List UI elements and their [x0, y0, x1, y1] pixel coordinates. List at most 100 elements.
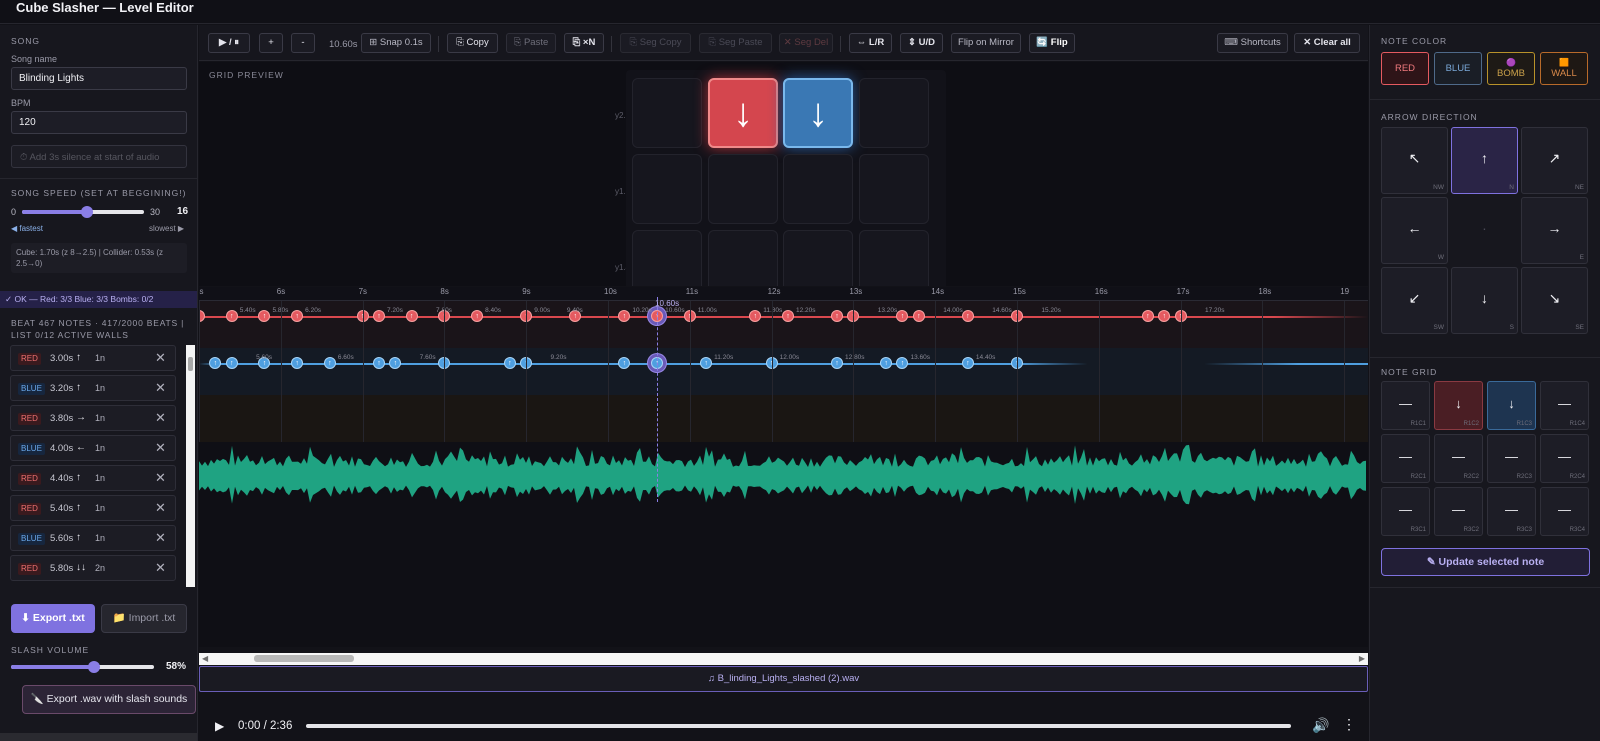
red-note-marker[interactable]: ↑: [831, 310, 844, 322]
left-panel-scrollbar[interactable]: [0, 733, 197, 741]
slash-volume-thumb[interactable]: [87, 661, 100, 673]
seg-paste-button[interactable]: ⎘ Seg Paste: [699, 33, 772, 53]
paste-button[interactable]: ⎘ Paste: [506, 33, 556, 53]
audio-waveform[interactable]: [199, 442, 1368, 512]
note-grid-cell-r2c4[interactable]: — R2C4: [1540, 434, 1589, 483]
flip-button[interactable]: 🔄 Flip: [1029, 33, 1075, 53]
note-grid-cell-r1c4[interactable]: — R1C4: [1540, 381, 1589, 430]
note-grid-cell-r1c2[interactable]: ↓ R1C2: [1434, 381, 1483, 430]
note-grid-cell-r3c1[interactable]: — R3C1: [1381, 487, 1430, 536]
note-grid-cell-r2c1[interactable]: — R2C1: [1381, 434, 1430, 483]
zoom-out-button[interactable]: -: [291, 33, 315, 53]
volume-icon[interactable]: 🔊: [1312, 717, 1329, 734]
export-wav-button[interactable]: 🔪 Export .wav with slash sounds: [22, 685, 196, 714]
shortcuts-button[interactable]: ⌨ Shortcuts: [1217, 33, 1288, 53]
zoom-in-button[interactable]: +: [259, 33, 283, 53]
delete-note-icon[interactable]: ✕: [155, 560, 166, 576]
delete-note-icon[interactable]: ✕: [155, 530, 166, 546]
color-red-button[interactable]: RED: [1381, 52, 1429, 85]
player-progress[interactable]: [306, 724, 1291, 728]
copy-button[interactable]: ⎘ Copy: [447, 33, 498, 53]
direction-nw-button[interactable]: ↖ NW: [1381, 127, 1448, 194]
red-note-marker[interactable]: ↑: [961, 310, 974, 322]
red-note-lane[interactable]: [199, 301, 1368, 348]
slash-volume-slider[interactable]: [11, 661, 154, 673]
red-note-marker[interactable]: ↑: [225, 310, 238, 322]
audio-file-name[interactable]: ♫ B_linding_Lights_slashed (2).wav: [199, 666, 1368, 692]
bpm-input[interactable]: 120: [11, 111, 187, 134]
wall-lane[interactable]: [199, 395, 1368, 442]
song-speed-slider[interactable]: [22, 206, 144, 218]
timeline[interactable]: 5s6s7s8s9s10s11s12s13s14s15s16s17s18s19 …: [199, 287, 1368, 647]
more-options-icon[interactable]: ⋮: [1342, 716, 1356, 733]
scrollbar-thumb[interactable]: [188, 357, 193, 371]
red-note-marker[interactable]: ↑: [405, 310, 418, 322]
note-list-item[interactable]: RED 5.40s ↑ 1n ✕: [10, 495, 176, 521]
delete-note-icon[interactable]: ✕: [155, 350, 166, 366]
direction-sw-button[interactable]: ↙ SW: [1381, 267, 1448, 334]
blue-note-marker[interactable]: ↑: [961, 357, 974, 369]
note-list-item[interactable]: RED 3.00s ↑ 1n ✕: [10, 345, 176, 371]
direction-w-button[interactable]: ← W: [1381, 197, 1448, 264]
direction-se-button[interactable]: ↘ SE: [1521, 267, 1588, 334]
blue-note-marker[interactable]: ↑: [323, 357, 336, 369]
note-list-item[interactable]: RED 5.80s ↓↓ 2n ✕: [10, 555, 176, 581]
note-list-item[interactable]: BLUE 3.20s ↑ 1n ✕: [10, 375, 176, 401]
flip-on-mirror-button[interactable]: Flip on Mirror: [951, 33, 1021, 53]
scroll-right-icon[interactable]: ▶: [1359, 654, 1365, 663]
delete-note-icon[interactable]: ✕: [155, 500, 166, 516]
snap-button[interactable]: ⊞ Snap 0.1s: [361, 33, 431, 53]
seg-copy-button[interactable]: ⎘ Seg Copy: [620, 33, 691, 53]
song-name-input[interactable]: Blinding Lights: [11, 67, 187, 90]
delete-note-icon[interactable]: ✕: [155, 440, 166, 456]
red-note-marker[interactable]: ↑: [372, 310, 385, 322]
direction-s-button[interactable]: ↓ S: [1451, 267, 1518, 334]
flip-ud-button[interactable]: ⇕ U/D: [900, 33, 943, 53]
color-blue-button[interactable]: BLUE: [1434, 52, 1482, 85]
note-grid-cell-r3c4[interactable]: — R3C4: [1540, 487, 1589, 536]
color-wall-button[interactable]: 🟧 WALL: [1540, 52, 1588, 85]
play-pause-button[interactable]: ▶ / ⏸: [208, 33, 250, 53]
red-note-marker[interactable]: ↑: [471, 310, 484, 322]
color-bomb-button[interactable]: 🟣 BOMB: [1487, 52, 1535, 85]
note-grid-cell-r2c2[interactable]: — R2C2: [1434, 434, 1483, 483]
blue-note-marker[interactable]: ↑: [503, 357, 516, 369]
note-list-item[interactable]: RED 3.80s → 1n ✕: [10, 405, 176, 431]
note-grid-cell-r1c3[interactable]: ↓ R1C3: [1487, 381, 1536, 430]
delete-note-icon[interactable]: ✕: [155, 380, 166, 396]
note-grid-cell-r3c3[interactable]: — R3C3: [1487, 487, 1536, 536]
blue-note-marker[interactable]: ↑: [880, 357, 893, 369]
update-note-button[interactable]: ✎ Update selected note: [1381, 548, 1590, 576]
note-list-item[interactable]: BLUE 4.00s ← 1n ✕: [10, 435, 176, 461]
seg-delete-button[interactable]: ✕ Seg Del: [779, 33, 833, 53]
time-ruler[interactable]: 5s 6s 7s 8s 9s 10s 11s 12s 13s 14s 15s 16s 17s 18s 19: [199, 287, 1368, 301]
direction-e-button[interactable]: → E: [1521, 197, 1588, 264]
red-note-marker[interactable]: ↑: [912, 310, 925, 322]
delete-note-icon[interactable]: ✕: [155, 470, 166, 486]
flip-lr-button[interactable]: ⇔ L/R: [849, 33, 892, 53]
song-speed-thumb[interactable]: [81, 206, 94, 218]
export-txt-button[interactable]: ⬇ Export .txt: [11, 604, 95, 633]
red-note-marker[interactable]: ↑: [781, 310, 794, 322]
direction-ne-button[interactable]: ↗ NE: [1521, 127, 1588, 194]
note-list-item[interactable]: BLUE 5.60s ↑ 1n ✕: [10, 525, 176, 551]
red-note-marker[interactable]: ↑: [1141, 310, 1154, 322]
delete-note-icon[interactable]: ✕: [155, 410, 166, 426]
note-grid-cell-r2c3[interactable]: — R2C3: [1487, 434, 1536, 483]
paste-n-button[interactable]: ⎘ ×N: [564, 33, 604, 53]
scroll-left-icon[interactable]: ◀: [202, 654, 208, 663]
blue-note-marker[interactable]: ↑: [225, 357, 238, 369]
blue-note-marker[interactable]: ↑: [372, 357, 385, 369]
timeline-scroll-thumb[interactable]: [254, 655, 354, 662]
playhead[interactable]: [657, 297, 659, 502]
note-grid-cell-r3c2[interactable]: — R3C2: [1434, 487, 1483, 536]
clear-all-button[interactable]: ✕ Clear all: [1294, 33, 1360, 53]
import-txt-button[interactable]: 📁 Import .txt: [101, 604, 187, 633]
note-grid-cell-r1c1[interactable]: — R1C1: [1381, 381, 1430, 430]
note-list-item[interactable]: RED 4.40s ↑ 1n ✕: [10, 465, 176, 491]
blue-note-marker[interactable]: ↑: [831, 357, 844, 369]
direction-n-button[interactable]: ↑ N: [1451, 127, 1518, 194]
play-icon[interactable]: ▶: [215, 719, 224, 733]
note-list-scrollbar[interactable]: [186, 345, 195, 587]
timeline-scrollbar[interactable]: ◀ ▶: [199, 653, 1368, 665]
